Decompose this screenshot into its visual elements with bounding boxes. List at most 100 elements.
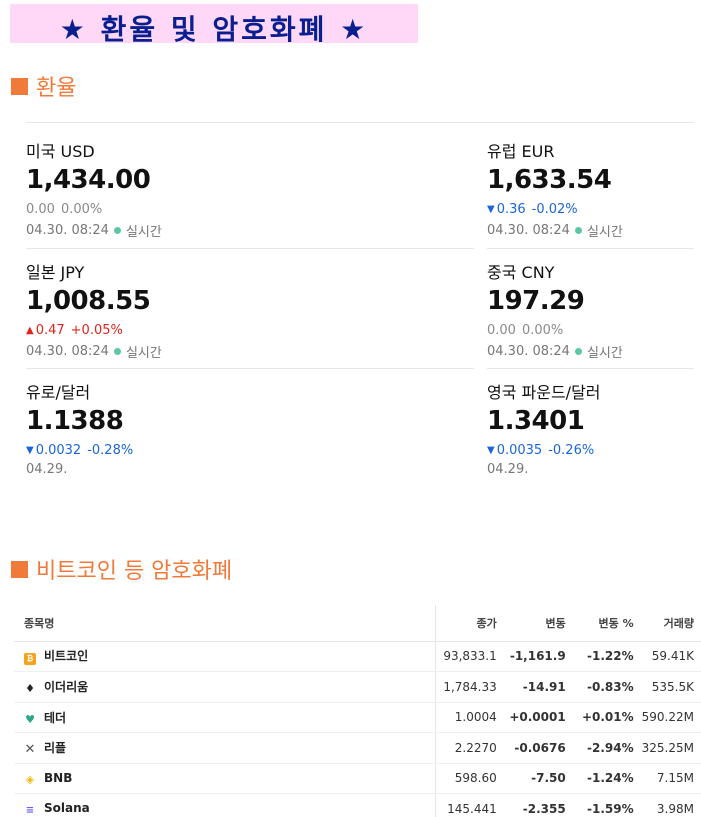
rate-timestamp-row: 04.30. 08:24 실시간 [26,221,236,240]
rate-name: 유로/달러 [26,383,91,402]
rate-change-amount: 0.0032 [35,443,82,458]
header-name[interactable]: 종목명 [14,605,437,642]
coin-name[interactable]: 테더 [44,711,66,725]
rate-timestamp: 04.30. 08:24 [487,344,570,359]
live-label: 실시간 [586,225,623,240]
triangle-down-icon: ▼ [487,204,495,215]
divider [26,122,694,123]
square-bullet-icon [11,560,28,578]
coin-volume: 59.41K [641,641,701,672]
rate-change-percent: -0.28% [87,443,134,458]
live-dot-icon [574,348,582,355]
bitcoin-icon: ₿ [24,653,36,666]
divider [487,248,694,249]
rate-card-eurusd[interactable]: 유로/달러 1.1388 ▼ 0.0032 -0.28% 04.29. [26,379,236,477]
rate-card-jpy[interactable]: 일본 JPY 1,008.55 ▲ 0.47 +0.05% 04.30. 08:24 실시간 [26,259,236,361]
table-row[interactable]: ✕ 리플 2.2270 -0.0676 -2.94% 325.25M [14,732,701,764]
coin-change-percent: -1.24% [573,763,642,794]
rate-name: 일본 JPY [26,263,85,282]
rate-value: 197.29 [487,286,585,316]
rate-name: 유럽 EUR [487,142,555,161]
coin-name-cell[interactable]: ✕ 리플 [14,732,437,764]
coin-volume: 590.22M [641,702,701,733]
rate-timestamp: 04.30. 08:24 [26,344,109,359]
rate-card-usd[interactable]: 미국 USD 1,434.00 0.00 0.00% 04.30. 08:24 실시간 [26,138,236,240]
crypto-section-title: 비트코인 등 암호화폐 [11,553,232,585]
header-price[interactable]: 종가 [435,605,505,642]
rate-timestamp: 04.29. [26,462,68,477]
crypto-section-label: 비트코인 등 암호화폐 [36,559,233,584]
header-volume[interactable]: 거래량 [641,605,701,642]
table-row[interactable]: ♦ 이더리움 1,784.33 -14.91 -0.83% 535.5K [14,671,701,703]
tether-icon: ♥ [25,712,35,726]
table-row[interactable]: ₿ 비트코인 93,833.1 -1,161.9 -1.22% 59.41K [14,641,701,672]
live-dot-icon [574,227,582,234]
table-row[interactable]: ◈ BNB 598.60 -7.50 -1.24% 7.15M [14,763,701,794]
coin-name[interactable]: 리플 [44,741,66,755]
solana-icon: ≡ [25,804,35,816]
header-change[interactable]: 변동 [504,605,574,642]
coin-name-cell[interactable]: ≡ Solana [14,793,437,817]
table-row[interactable]: ≡ Solana 145.441 -2.355 -1.59% 3.98M [14,793,701,817]
rate-change: ▼ 0.0032 -0.28% [26,443,236,458]
coin-volume: 325.25M [641,732,701,764]
coin-volume: 535.5K [641,671,701,703]
coin-name-cell[interactable]: ₿ 비트코인 [14,641,437,672]
rates-section-title: 환율 [11,70,76,102]
live-dot-icon [113,227,121,234]
rate-change: 0.00 0.00% [487,323,697,338]
xrp-icon: ✕ [24,742,36,758]
rate-change-amount: 0.00 [487,323,516,338]
rate-change-amount: 0.47 [35,323,65,338]
coin-name[interactable]: Solana [44,801,90,815]
coin-change: -7.50 [504,763,574,794]
triangle-up-icon: ▲ [26,325,34,336]
coin-change-percent: -0.83% [573,671,642,703]
coin-change: -2.355 [504,793,574,817]
coin-name[interactable]: 비트코인 [44,649,88,663]
rate-name: 미국 USD [26,142,95,161]
rate-timestamp-row: 04.29. [26,462,236,477]
rate-timestamp-row: 04.30. 08:24 실시간 [26,342,236,361]
coin-change-percent: +0.01% [573,702,642,733]
rate-change-percent: +0.05% [70,323,123,338]
rate-timestamp-row: 04.29. [487,462,697,477]
coin-name-cell[interactable]: ♥ 테더 [14,702,437,733]
square-bullet-icon [11,77,28,95]
rate-value: 1,008.55 [26,286,151,316]
rate-card-cny[interactable]: 중국 CNY 197.29 0.00 0.00% 04.30. 08:24 실시간 [487,259,697,361]
coin-name-cell[interactable]: ♦ 이더리움 [14,671,437,703]
triangle-down-icon: ▼ [26,445,34,456]
rate-value: 1,633.54 [487,165,612,195]
coin-change: +0.0001 [504,702,574,733]
rate-timestamp-row: 04.30. 08:24 실시간 [487,221,697,240]
rate-card-eur[interactable]: 유럽 EUR 1,633.54 ▼ 0.36 -0.02% 04.30. 08:24 실시간 [487,138,697,240]
rate-change: ▼ 0.0035 -0.26% [487,443,697,458]
coin-name-cell[interactable]: ◈ BNB [14,763,437,794]
page-banner: ★ 환율 및 암호화폐 ★ [10,4,418,46]
coin-change-percent: -2.94% [573,732,642,764]
coin-volume: 7.15M [641,763,701,794]
banner-title: ★ 환율 및 암호화폐 ★ [59,13,369,46]
coin-change: -14.91 [504,671,574,703]
coin-price: 2.2270 [435,732,505,764]
rate-change-amount: 0.36 [496,202,526,217]
coin-price: 1.0004 [435,702,505,733]
table-row[interactable]: ♥ 테더 1.0004 +0.0001 +0.01% 590.22M [14,702,701,733]
bnb-icon: ◈ [25,772,35,786]
live-label: 실시간 [125,225,162,240]
coin-price: 93,833.1 [435,641,505,672]
rate-change: ▲ 0.47 +0.05% [26,323,236,338]
rates-section-label: 환율 [36,76,77,101]
rate-change-amount: 0.0035 [496,443,543,458]
coin-name[interactable]: 이더리움 [44,680,88,694]
divider [26,248,474,249]
header-percent[interactable]: 변동 % [573,605,642,642]
rate-timestamp: 04.29. [487,462,529,477]
rate-timestamp-row: 04.30. 08:24 실시간 [487,342,697,361]
rate-value: 1,434.00 [26,165,151,195]
rate-name: 영국 파운드/달러 [487,383,601,402]
coin-name[interactable]: BNB [44,771,72,785]
rate-card-gbpusd[interactable]: 영국 파운드/달러 1.3401 ▼ 0.0035 -0.26% 04.29. [487,379,697,477]
live-label: 실시간 [586,346,623,361]
